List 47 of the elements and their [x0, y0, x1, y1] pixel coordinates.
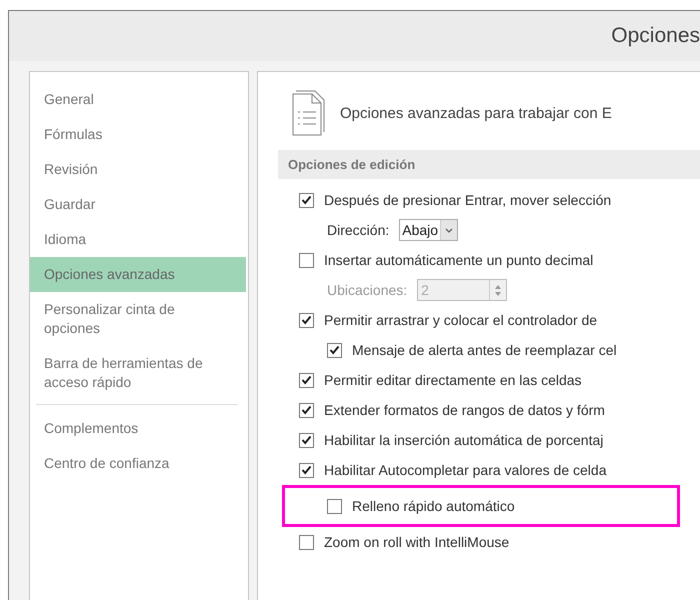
field-label: Ubicaciones:	[327, 282, 408, 298]
section-header: Opciones de edición	[278, 150, 700, 179]
option-label: Relleno rápido automático	[352, 498, 515, 514]
option-label: Extender formatos de rangos de datos y fórm	[324, 402, 605, 418]
option-label: Zoom on roll with IntelliMouse	[324, 534, 510, 550]
option-label: Permitir arrastrar y colocar el controlador de	[324, 312, 598, 328]
chevron-down-icon	[445, 228, 454, 232]
checkmark-icon	[301, 435, 312, 445]
checkmark-icon	[301, 315, 312, 325]
sidebar-item[interactable]: Personalizar cinta de opciones	[30, 292, 246, 346]
sidebar-item[interactable]: Revisión	[30, 152, 246, 187]
sidebar-item[interactable]: Barra de herramientas de acceso rápido	[30, 346, 246, 400]
checkbox[interactable]	[299, 312, 314, 328]
window-title: Opciones	[611, 24, 700, 48]
panel-heading: Opciones avanzadas para trabajar con E	[340, 104, 612, 122]
checkbox[interactable]	[327, 498, 342, 514]
sidebar-item[interactable]: Fórmulas	[30, 117, 246, 152]
checkbox[interactable]	[299, 402, 314, 418]
checkbox[interactable]	[299, 192, 314, 208]
option-label: Mensaje de alerta antes de reemplazar cel	[352, 342, 617, 358]
sidebar-item[interactable]: Opciones avanzadas	[30, 257, 246, 292]
up-arrow-icon	[495, 284, 502, 288]
checkbox[interactable]	[299, 252, 314, 268]
document-list-icon	[292, 90, 326, 136]
checkmark-icon	[301, 375, 312, 385]
option-label: Insertar automáticamente un punto decimal	[324, 252, 594, 268]
checkbox[interactable]	[299, 534, 314, 550]
checkbox[interactable]	[327, 342, 342, 358]
sidebar-item[interactable]: General	[30, 82, 246, 117]
checkmark-icon	[301, 195, 312, 205]
sidebar-item[interactable]: Idioma	[30, 222, 246, 257]
option-label: Habilitar Autocompletar para valores de celda	[324, 462, 606, 478]
checkmark-icon	[329, 345, 340, 355]
option-label: Habilitar la inserción automática de porcentaj	[324, 432, 604, 448]
sidebar-item[interactable]: Complementos	[30, 411, 246, 446]
direction-dropdown[interactable]: Abajo	[399, 219, 458, 241]
checkbox[interactable]	[299, 432, 314, 448]
sidebar-item[interactable]: Guardar	[30, 187, 246, 222]
checkmark-icon	[301, 465, 312, 475]
field-label: Dirección:	[327, 222, 390, 238]
option-label: Después de presionar Entrar, mover selección	[324, 192, 612, 208]
down-arrow-icon	[495, 292, 502, 296]
sidebar-item[interactable]: Centro de confianza	[30, 446, 246, 481]
checkmark-icon	[301, 405, 312, 415]
checkbox[interactable]	[299, 462, 314, 478]
checkbox[interactable]	[299, 372, 314, 388]
option-label: Permitir editar directamente en las celdas	[324, 372, 582, 388]
